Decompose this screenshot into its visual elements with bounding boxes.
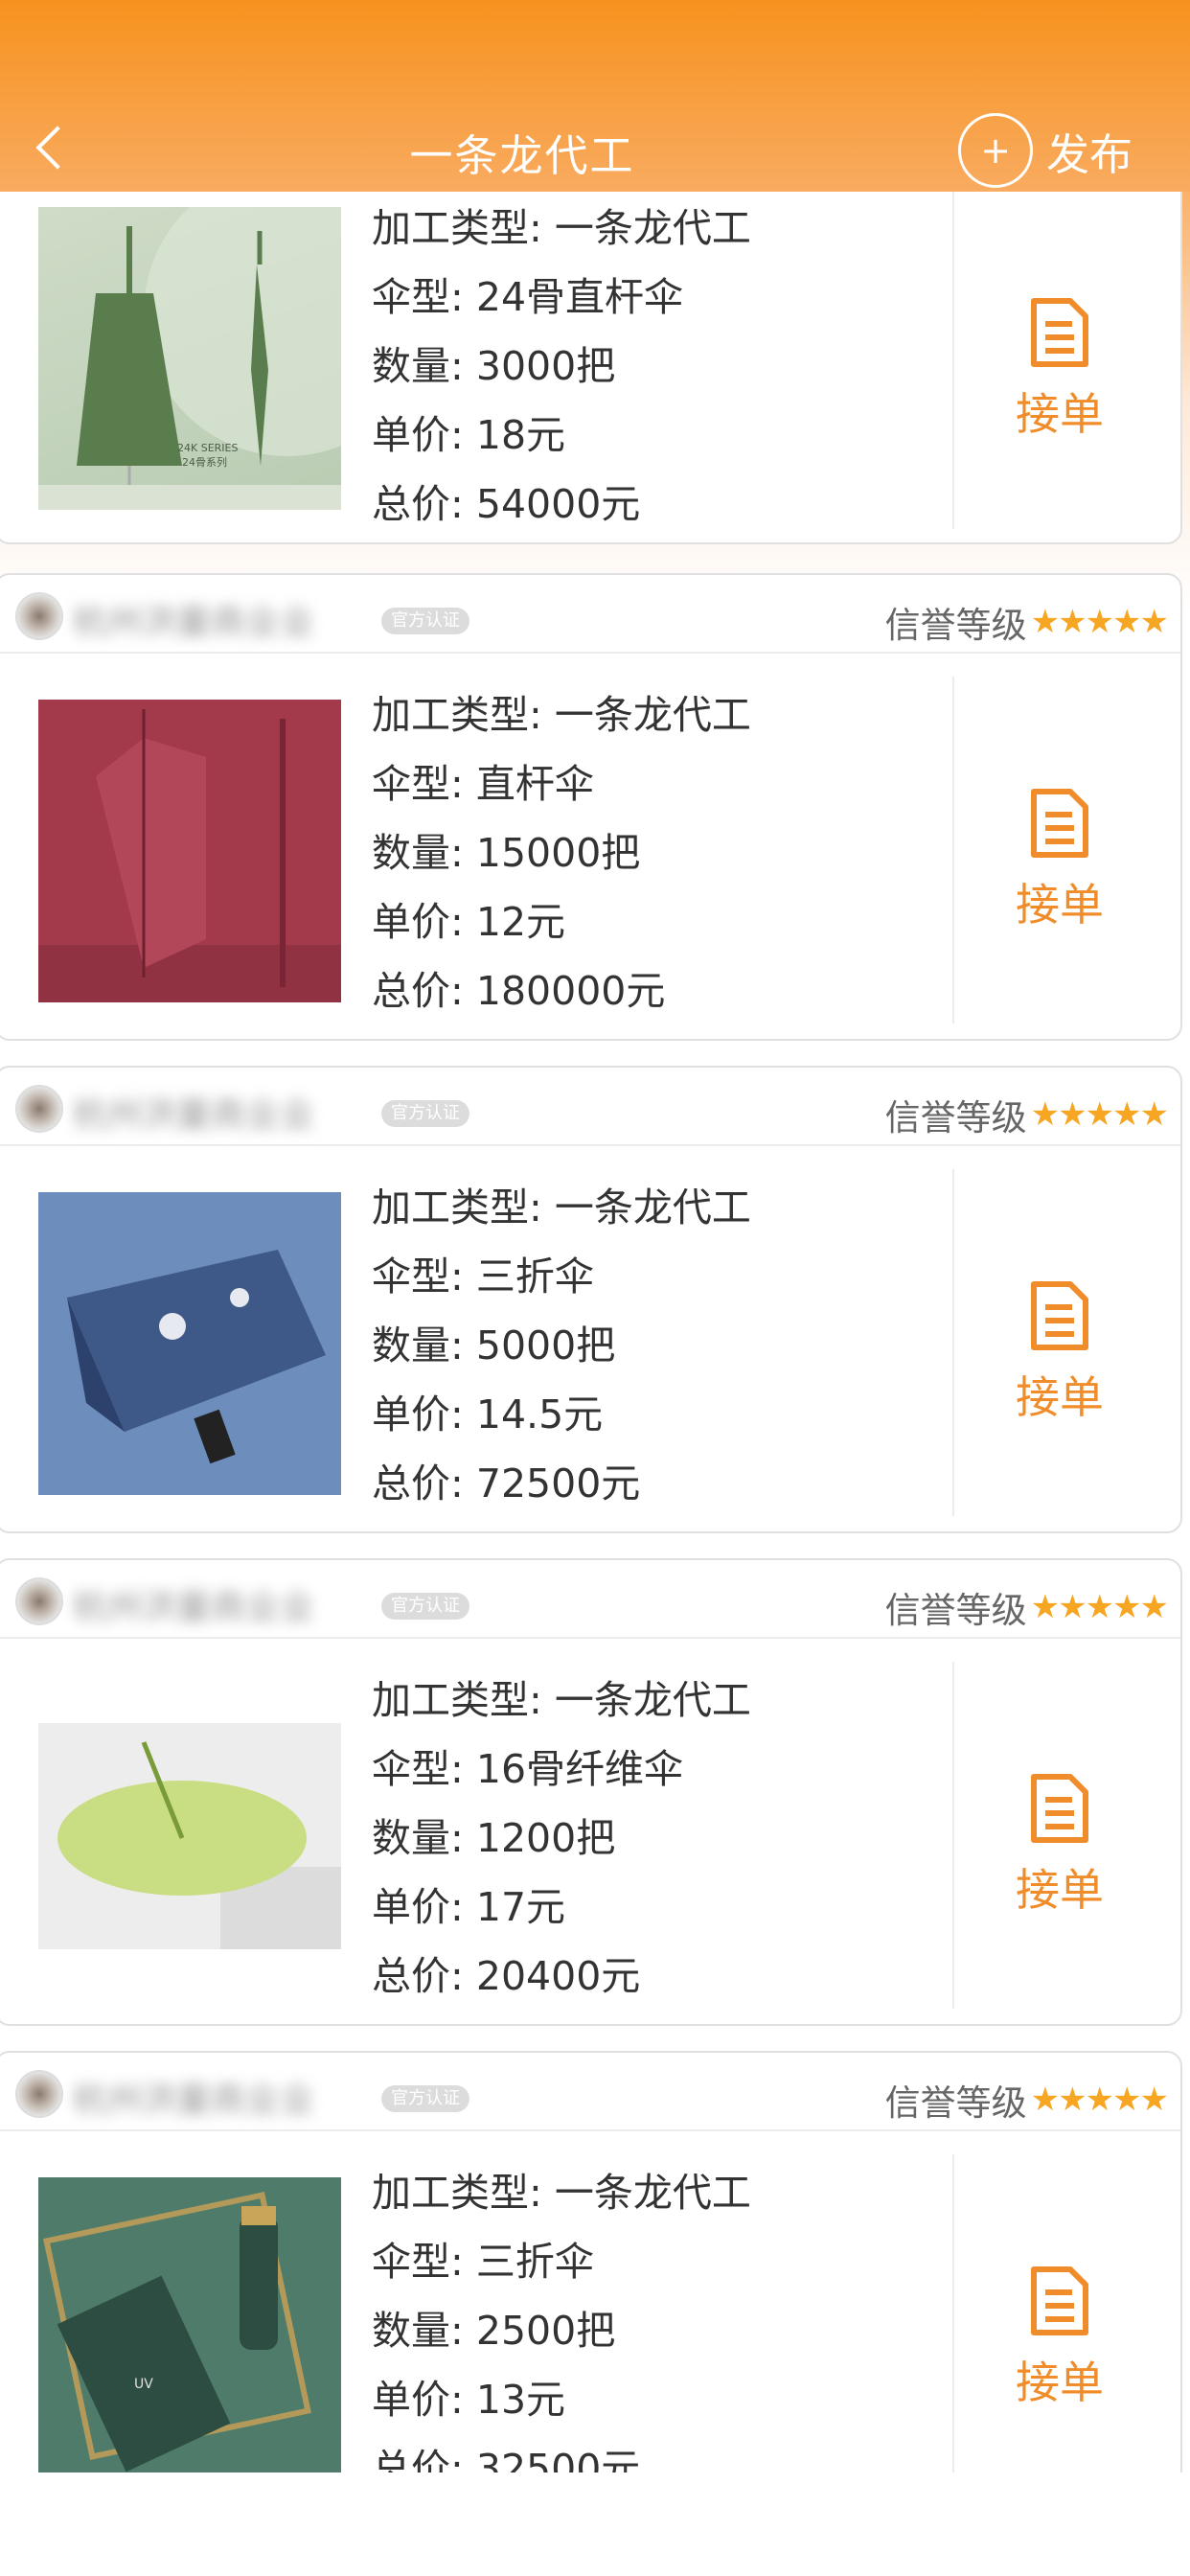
avatar	[15, 1085, 63, 1133]
accept-label: 接单	[1016, 1864, 1104, 1916]
order-info: 加工类型: 一条龙代工 伞型: 16骨纤维伞 数量: 1200把 单价: 17元…	[372, 1666, 751, 2011]
company-name: 杭州洪量商业业	[73, 1095, 315, 1129]
accept-order-button[interactable]: 接单	[954, 297, 1165, 443]
star-rating-icon: ★★★★★	[1030, 1588, 1169, 1626]
verified-badge: 官方认证	[381, 608, 469, 634]
process-type-row: 加工类型: 一条龙代工	[372, 1677, 751, 1723]
quantity-row: 数量: 2500把	[372, 2308, 616, 2354]
avatar	[15, 592, 63, 640]
process-type-row: 加工类型: 一条龙代工	[372, 205, 751, 251]
total-price-row: 总价: 32500元	[372, 2446, 641, 2472]
card-header: 杭州洪量商业业 官方认证 信誉等级 ★★★★★	[0, 2053, 1180, 2131]
accept-label: 接单	[1016, 2357, 1104, 2408]
star-rating-icon: ★★★★★	[1030, 603, 1169, 641]
app-header: 一条龙代工 + 发布	[0, 0, 1190, 192]
document-icon	[1031, 1774, 1088, 1843]
product-image	[38, 1192, 341, 1495]
unit-price-row: 单价: 14.5元	[372, 1392, 604, 1438]
accept-order-button[interactable]: 接单	[954, 1280, 1165, 1426]
total-price-row: 总价: 20400元	[372, 1953, 641, 1999]
document-icon	[1031, 298, 1088, 367]
card-header: 杭州洪量商业业 官方认证 信誉等级 ★★★★★	[0, 575, 1180, 654]
umbrella-type-row: 伞型: 16骨纤维伞	[372, 1746, 684, 1792]
product-image	[38, 700, 341, 1002]
credit-rating: 信誉等级 ★★★★★	[884, 596, 1169, 648]
unit-price-row: 单价: 17元	[372, 1884, 566, 1930]
verified-badge: 官方认证	[381, 2085, 469, 2112]
order-card[interactable]: 杭州洪量商业业 官方认证 信誉等级 ★★★★★ UV 加工类型: 一条龙代工 伞…	[0, 2051, 1182, 2472]
company-name: 杭州洪量商业业	[73, 603, 315, 636]
credit-rating: 信誉等级 ★★★★★	[884, 1581, 1169, 1633]
total-price-row: 总价: 72500元	[372, 1460, 641, 1506]
publish-button[interactable]: + 发布	[958, 109, 1133, 192]
avatar	[15, 1577, 63, 1625]
company-name: 杭州洪量商业业	[73, 1588, 315, 1622]
unit-price-row: 单价: 13元	[372, 2377, 566, 2423]
rating-label: 信誉等级	[884, 1590, 1027, 1631]
umbrella-type-row: 伞型: 24骨直杆伞	[372, 274, 684, 320]
credit-rating: 信誉等级 ★★★★★	[884, 1089, 1169, 1140]
svg-text:24K SERIES: 24K SERIES	[177, 442, 238, 454]
avatar	[15, 2070, 63, 2118]
verified-badge: 官方认证	[381, 1100, 469, 1127]
quantity-row: 数量: 15000把	[372, 830, 641, 876]
quantity-row: 数量: 5000把	[372, 1322, 616, 1368]
unit-price-row: 单价: 18元	[372, 412, 566, 458]
accept-label: 接单	[1016, 1371, 1104, 1423]
card-header: 杭州洪量商业业 官方认证 信誉等级 ★★★★★	[0, 1068, 1180, 1146]
order-card[interactable]: 杭州洪量商业业 官方认证 信誉等级 ★★★★★ 加工类型: 一条龙代工 伞型: …	[0, 1558, 1182, 2026]
page-title: 一条龙代工	[409, 130, 635, 181]
umbrella-type-row: 伞型: 三折伞	[372, 1254, 594, 1300]
order-list[interactable]: 24K SERIES 24骨系列 加工类型: 一条龙代工 伞型: 24骨直杆伞 …	[0, 0, 1190, 2472]
process-type-row: 加工类型: 一条龙代工	[372, 1184, 751, 1230]
order-card[interactable]: 杭州洪量商业业 官方认证 信誉等级 ★★★★★ 加工类型: 一条龙代工 伞型: …	[0, 1066, 1182, 1533]
order-card[interactable]: 杭州洪量商业业 官方认证 信誉等级 ★★★★★ 加工类型: 一条龙代工 伞型: …	[0, 573, 1182, 1041]
document-icon	[1031, 1281, 1088, 1350]
rating-label: 信誉等级	[884, 2082, 1027, 2124]
accept-order-button[interactable]: 接单	[954, 1773, 1165, 1919]
publish-label: 发布	[1046, 128, 1133, 180]
rating-label: 信誉等级	[884, 1097, 1027, 1138]
product-image: 24K SERIES 24骨系列	[38, 207, 341, 510]
accept-order-button[interactable]: 接单	[954, 788, 1165, 933]
document-icon	[1031, 2266, 1088, 2335]
process-type-row: 加工类型: 一条龙代工	[372, 2170, 751, 2216]
product-image	[38, 1723, 341, 1949]
credit-rating: 信誉等级 ★★★★★	[884, 2074, 1169, 2126]
umbrella-type-row: 伞型: 三折伞	[372, 2239, 594, 2285]
quantity-row: 数量: 1200把	[372, 1815, 616, 1861]
order-info: 加工类型: 一条龙代工 伞型: 24骨直杆伞 数量: 3000把 单价: 18元…	[372, 194, 751, 539]
order-info: 加工类型: 一条龙代工 伞型: 三折伞 数量: 5000把 单价: 14.5元 …	[372, 1173, 751, 1518]
accept-label: 接单	[1016, 388, 1104, 440]
order-info: 加工类型: 一条龙代工 伞型: 直杆伞 数量: 15000把 单价: 12元 总…	[372, 680, 751, 1025]
verified-badge: 官方认证	[381, 1593, 469, 1620]
accept-order-button[interactable]: 接单	[954, 2266, 1165, 2411]
star-rating-icon: ★★★★★	[1030, 1095, 1169, 1134]
total-price-row: 总价: 180000元	[372, 968, 666, 1014]
accept-label: 接单	[1016, 879, 1104, 931]
star-rating-icon: ★★★★★	[1030, 2081, 1169, 2119]
plus-icon: +	[958, 113, 1033, 188]
card-header: 杭州洪量商业业 官方认证 信誉等级 ★★★★★	[0, 1560, 1180, 1639]
unit-price-row: 单价: 12元	[372, 899, 566, 945]
company-name: 杭州洪量商业业	[73, 2081, 315, 2114]
quantity-row: 数量: 3000把	[372, 343, 616, 389]
rating-label: 信誉等级	[884, 605, 1027, 646]
umbrella-type-row: 伞型: 直杆伞	[372, 761, 594, 807]
product-image: UV	[38, 2177, 341, 2472]
process-type-row: 加工类型: 一条龙代工	[372, 692, 751, 738]
total-price-row: 总价: 54000元	[372, 481, 641, 527]
svg-text:24骨系列: 24骨系列	[182, 455, 227, 469]
svg-text:UV: UV	[134, 2377, 153, 2392]
document-icon	[1031, 789, 1088, 858]
order-info: 加工类型: 一条龙代工 伞型: 三折伞 数量: 2500把 单价: 13元 总价…	[372, 2158, 751, 2472]
